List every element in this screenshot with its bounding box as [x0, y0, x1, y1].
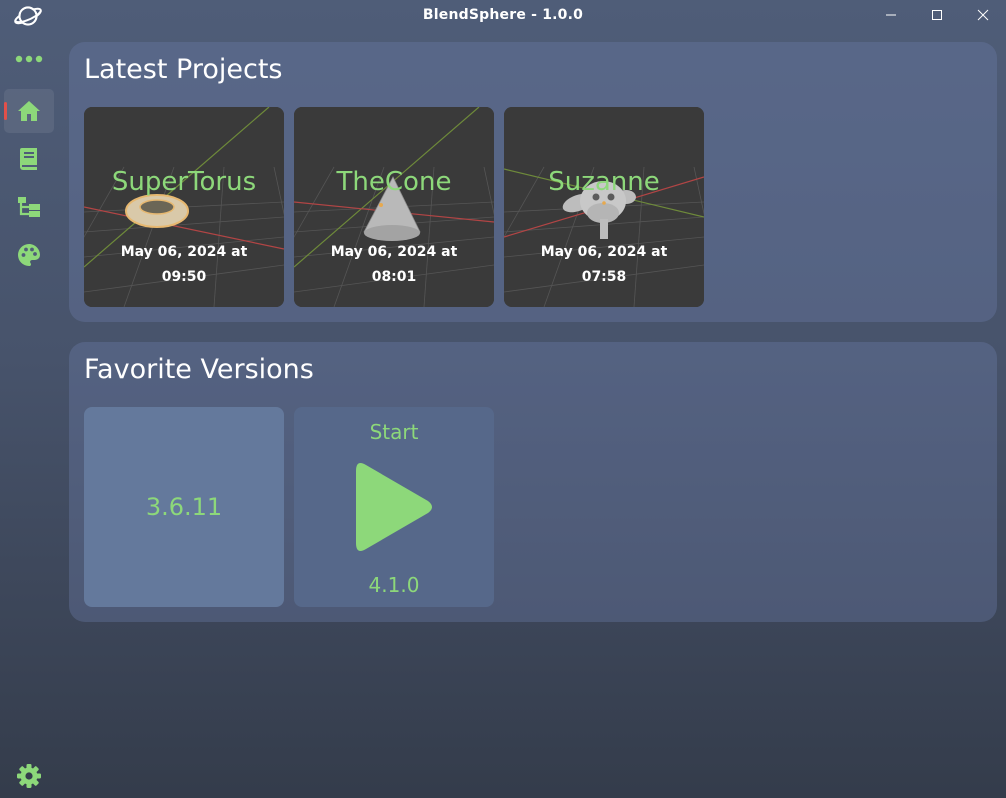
project-date: May 06, 2024 at 08:01	[294, 240, 494, 290]
title-bar: BlendSphere - 1.0.0	[0, 0, 1006, 32]
tree-icon	[18, 197, 40, 217]
latest-projects-panel: Latest Projects SuperTorus May 06, 2024 …	[69, 42, 997, 322]
favorite-versions-title: Favorite Versions	[84, 354, 314, 385]
project-date: May 06, 2024 at 07:58	[504, 240, 704, 290]
settings-button[interactable]	[4, 754, 54, 798]
project-date-line1: May 06, 2024 at	[540, 244, 668, 260]
project-card-suzanne[interactable]: Suzanne May 06, 2024 at 07:58	[504, 107, 704, 307]
gear-icon	[17, 764, 41, 788]
version-card-3-6-11[interactable]: 3.6.11	[84, 407, 284, 607]
project-date-line2: 07:58	[581, 269, 627, 285]
sidebar	[0, 32, 58, 798]
palette-icon	[18, 244, 40, 266]
version-label: 4.1.0	[368, 573, 420, 597]
maximize-button[interactable]	[914, 0, 960, 30]
project-date-line1: May 06, 2024 at	[330, 244, 458, 260]
window-title: BlendSphere - 1.0.0	[422, 7, 584, 23]
project-card-supertorus[interactable]: SuperTorus May 06, 2024 at 09:50	[84, 107, 284, 307]
project-date-line2: 08:01	[371, 269, 417, 285]
close-icon	[977, 9, 989, 21]
more-dots-icon	[15, 55, 43, 63]
close-button[interactable]	[960, 0, 1006, 30]
active-indicator	[4, 102, 7, 120]
sidebar-item-versions[interactable]	[4, 185, 54, 229]
home-icon	[18, 101, 40, 121]
sidebar-item-more[interactable]	[4, 37, 54, 81]
minimize-icon	[886, 14, 896, 16]
version-label: 3.6.11	[145, 493, 223, 521]
minimize-button[interactable]	[868, 0, 914, 30]
project-name: TheCone	[336, 167, 452, 197]
latest-projects-title: Latest Projects	[84, 54, 283, 85]
project-card-thecone[interactable]: TheCone May 06, 2024 at 08:01	[294, 107, 494, 307]
start-label: Start	[369, 420, 419, 444]
version-card-4-1-0[interactable]: Start 4.1.0	[294, 407, 494, 607]
book-icon	[20, 148, 37, 170]
project-name: Suzanne	[548, 167, 660, 197]
sidebar-item-home[interactable]	[4, 89, 54, 133]
play-icon[interactable]	[354, 461, 434, 553]
favorite-versions-panel: Favorite Versions 3.6.11 Start 4.1.0	[69, 342, 997, 622]
sidebar-item-library[interactable]	[4, 137, 54, 181]
maximize-icon	[932, 10, 942, 20]
project-date-line1: May 06, 2024 at	[120, 244, 248, 260]
sidebar-item-themes[interactable]	[4, 233, 54, 277]
project-date-line2: 09:50	[161, 269, 207, 285]
project-name: SuperTorus	[111, 167, 257, 197]
project-date: May 06, 2024 at 09:50	[84, 240, 284, 290]
